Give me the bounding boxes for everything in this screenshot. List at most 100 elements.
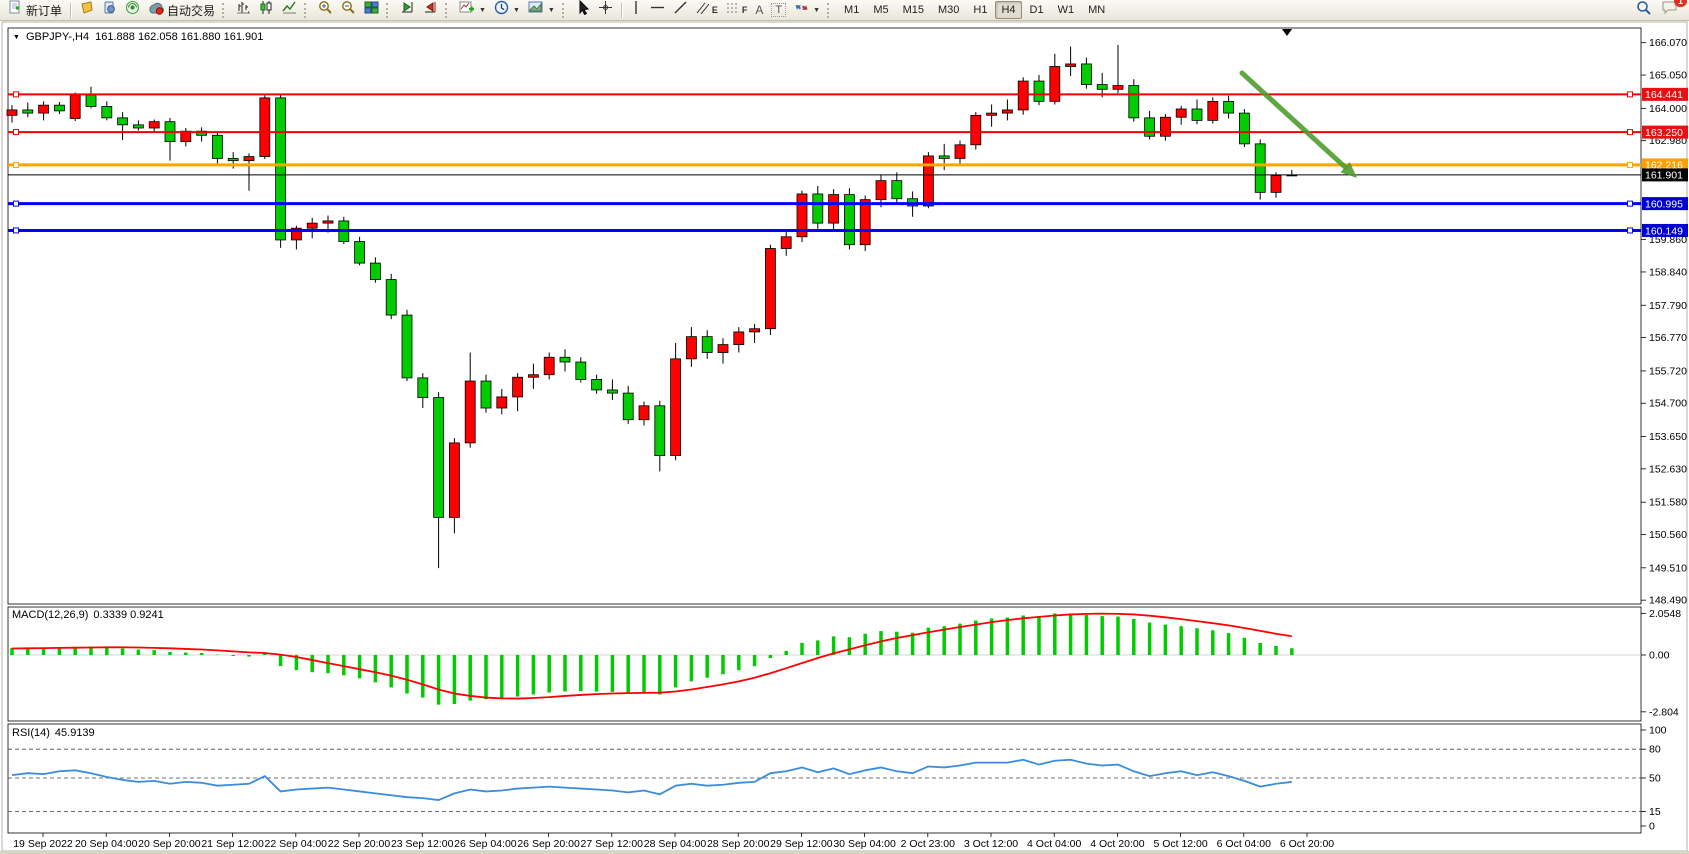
toolbar: 新订单 自动交易 xyxy=(0,0,1689,21)
line-chart-button[interactable] xyxy=(278,0,301,20)
line-anchor[interactable] xyxy=(1628,228,1633,233)
tf-mn[interactable]: MN xyxy=(1082,1,1111,19)
rsi-value: 45.9139 xyxy=(55,727,95,739)
price-tick-label: 151.580 xyxy=(1649,497,1687,509)
toolbar-grip xyxy=(445,3,451,18)
candle-body xyxy=(1208,101,1218,120)
macd-scale-label: 2.0548 xyxy=(1649,608,1681,620)
text-button[interactable]: A xyxy=(751,0,767,20)
dropdown-caret-icon: ▼ xyxy=(813,7,820,14)
rsi-indicator-label: RSI(14) 45.9139 xyxy=(12,727,95,739)
candle-body xyxy=(844,195,854,245)
time-tick-label: 6 Oct 20:00 xyxy=(1280,838,1334,850)
chat-button[interactable]: 1 xyxy=(1662,0,1679,20)
cursor-button[interactable] xyxy=(572,0,594,20)
candle-body xyxy=(1239,113,1249,144)
indicators-icon xyxy=(459,0,475,20)
candle-body xyxy=(655,406,665,456)
tf-h4[interactable]: H4 xyxy=(995,1,1021,19)
macd-scale-label: -2.804 xyxy=(1649,706,1679,718)
price-badge-label: 160.149 xyxy=(1645,225,1683,237)
macd-panel xyxy=(8,607,1641,721)
chart-shift-button[interactable] xyxy=(419,0,442,20)
bar-chart-button[interactable] xyxy=(232,0,255,20)
line-anchor[interactable] xyxy=(14,162,19,167)
label-button[interactable]: T xyxy=(767,0,790,20)
time-tick-label: 29 Sep 12:00 xyxy=(770,838,833,850)
tf-m5[interactable]: M5 xyxy=(867,1,894,19)
candle-body xyxy=(971,115,981,144)
periods-button[interactable]: ▼ xyxy=(490,0,524,20)
time-tick-label: 2 Oct 23:00 xyxy=(901,838,955,850)
line-anchor[interactable] xyxy=(1628,201,1633,206)
tf-w1[interactable]: W1 xyxy=(1052,1,1081,19)
candlestick-chart-button[interactable] xyxy=(255,0,278,20)
price-tick-label: 150.560 xyxy=(1649,529,1687,541)
price-tick-label: 165.050 xyxy=(1649,70,1687,82)
fibonacci-button[interactable]: F xyxy=(722,0,752,20)
crosshair-button[interactable] xyxy=(594,0,617,20)
tf-m30[interactable]: M30 xyxy=(932,1,965,19)
candle-body xyxy=(750,329,760,332)
chart-canvas[interactable]: 166.070165.050164.000162.980159.860158.8… xyxy=(0,0,1689,854)
tf-m15[interactable]: M15 xyxy=(897,1,930,19)
candle-body xyxy=(481,381,491,408)
rsi-name: RSI(14) xyxy=(12,727,50,739)
candle-body xyxy=(781,237,791,249)
channel-button[interactable]: E xyxy=(692,0,722,20)
time-tick-label: 22 Sep 20:00 xyxy=(328,838,391,850)
vertical-line-button[interactable] xyxy=(626,0,646,20)
new-order-button[interactable]: 新订单 xyxy=(4,0,66,20)
tf-m1[interactable]: M1 xyxy=(838,1,865,19)
toolbar-grip xyxy=(827,3,833,18)
price-badge-label: 163.250 xyxy=(1645,127,1683,139)
signals-button[interactable] xyxy=(121,0,144,20)
periods-icon xyxy=(494,0,509,20)
chart-menu-icon[interactable]: ▼ xyxy=(13,34,20,41)
time-tick-label: 22 Sep 04:00 xyxy=(265,838,328,850)
time-tick-label: 28 Sep 20:00 xyxy=(707,838,770,850)
candle-body xyxy=(133,125,143,128)
candle-body xyxy=(260,98,270,157)
time-tick-label: 21 Sep 12:00 xyxy=(201,838,264,850)
signals-icon xyxy=(125,0,140,20)
tile-windows-button[interactable] xyxy=(360,0,383,20)
market-watch-button[interactable] xyxy=(75,0,98,20)
tf-d1[interactable]: D1 xyxy=(1024,1,1050,19)
line-anchor[interactable] xyxy=(1628,162,1633,167)
candle-body xyxy=(544,357,554,374)
navigator-button[interactable] xyxy=(98,0,121,20)
line-anchor[interactable] xyxy=(14,92,19,97)
arrows-button[interactable]: ▼ xyxy=(790,0,824,20)
candle-body xyxy=(1271,176,1281,193)
line-anchor[interactable] xyxy=(1628,130,1633,135)
price-badge-label: 164.441 xyxy=(1645,89,1683,101)
time-tick-label: 4 Oct 04:00 xyxy=(1027,838,1081,850)
auto-scroll-button[interactable] xyxy=(396,0,419,20)
indicators-button[interactable]: ▼ xyxy=(455,0,490,20)
trendline-button[interactable] xyxy=(669,0,692,20)
line-anchor[interactable] xyxy=(14,201,19,206)
autotrading-button[interactable]: 自动交易 xyxy=(144,0,219,20)
templates-button[interactable]: ▼ xyxy=(524,0,559,20)
search-icon[interactable] xyxy=(1636,0,1652,21)
candle-body xyxy=(528,375,538,378)
rsi-scale-label: 50 xyxy=(1649,773,1661,785)
candle-body xyxy=(860,200,870,245)
line-anchor[interactable] xyxy=(14,130,19,135)
line-anchor[interactable] xyxy=(1628,92,1633,97)
tf-h1[interactable]: H1 xyxy=(967,1,993,19)
price-tick-label: 155.720 xyxy=(1649,365,1687,377)
cursor-icon xyxy=(576,0,590,20)
zoom-in-button[interactable] xyxy=(314,0,337,20)
zoom-out-button[interactable] xyxy=(337,0,360,20)
chart-symbol-period: GBPJPY-,H4 xyxy=(26,31,89,43)
candle-body xyxy=(1145,118,1155,136)
time-tick-label: 28 Sep 04:00 xyxy=(644,838,707,850)
price-tick-label: 166.070 xyxy=(1649,37,1687,49)
horizontal-line-button[interactable] xyxy=(646,0,669,20)
toolbar-separator xyxy=(70,3,71,18)
line-anchor[interactable] xyxy=(14,228,19,233)
price-tick-label: 148.490 xyxy=(1649,595,1687,607)
macd-scale-label: 0.00 xyxy=(1649,650,1670,662)
